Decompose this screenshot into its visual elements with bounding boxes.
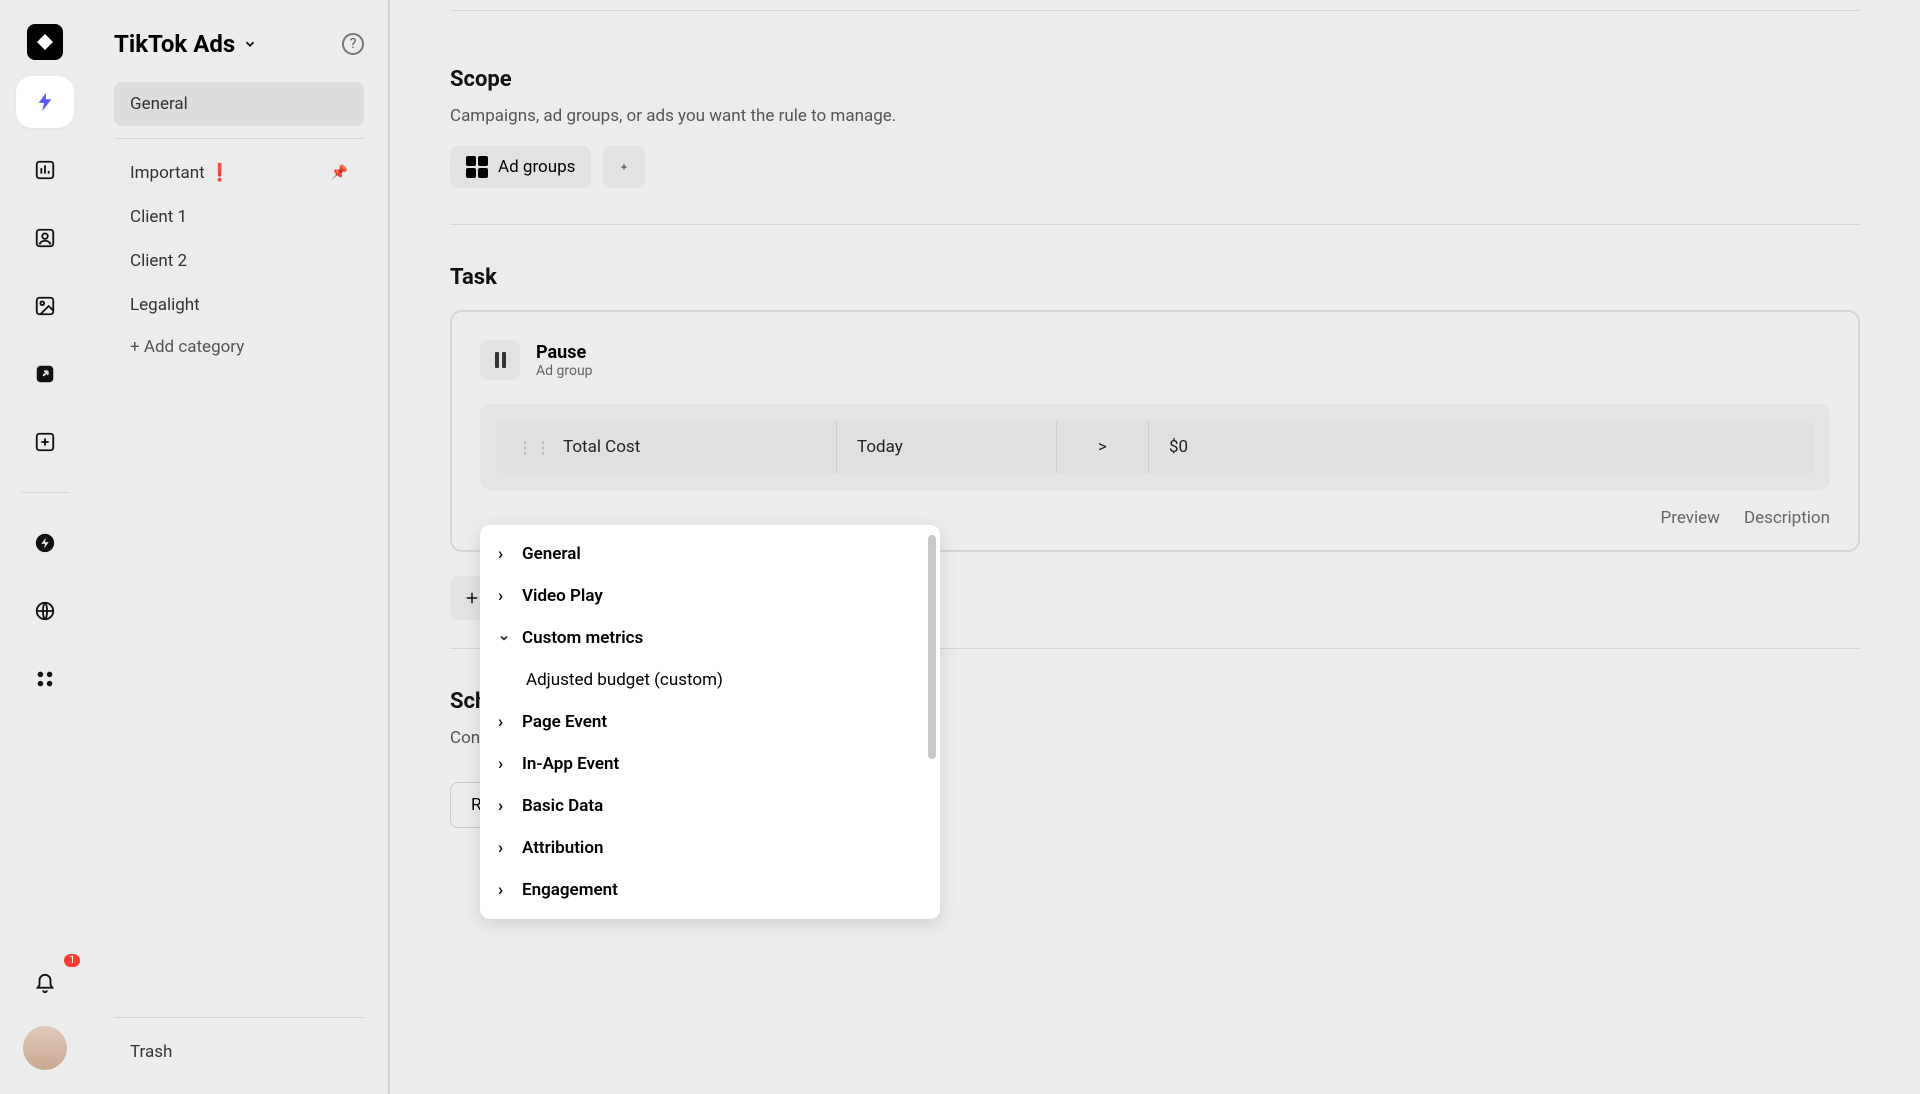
dropdown-scroll-thumb[interactable] bbox=[928, 535, 936, 759]
condition-value-cell[interactable]: $0 bbox=[1149, 421, 1813, 473]
sidebar: TikTok Ads ? General Important ❗ 📌 Clien… bbox=[90, 0, 390, 1094]
description-button[interactable]: Description bbox=[1744, 508, 1830, 528]
help-button[interactable]: ? bbox=[342, 33, 364, 55]
grid-icon bbox=[466, 156, 488, 178]
condition-op-cell[interactable]: > bbox=[1057, 421, 1149, 473]
dropdown-scrollbar[interactable] bbox=[928, 535, 936, 909]
nav-divider bbox=[21, 492, 69, 493]
sidebar-item-label: Client 1 bbox=[130, 207, 187, 227]
condition-metric-cell[interactable]: ⋮⋮ Total Cost bbox=[497, 421, 837, 473]
sidebar-item-label: Important ❗ bbox=[130, 163, 230, 183]
chevron-right-icon: › bbox=[498, 754, 512, 774]
chevron-down-icon bbox=[498, 632, 512, 644]
nav-apps-icon[interactable] bbox=[16, 653, 74, 705]
nav-bolt-circle-icon[interactable] bbox=[16, 517, 74, 569]
condition-period-cell[interactable]: Today bbox=[837, 421, 1057, 473]
dropdown-group-engagement[interactable]: › Engagement bbox=[480, 869, 940, 911]
chevron-right-icon: › bbox=[498, 586, 512, 606]
dropdown-group-custommetrics[interactable]: Custom metrics bbox=[480, 617, 940, 659]
nav-external-icon[interactable] bbox=[16, 348, 74, 400]
chevron-right-icon: › bbox=[498, 712, 512, 732]
nav-media-icon[interactable] bbox=[16, 280, 74, 332]
notification-badge: 1 bbox=[64, 954, 80, 967]
sidebar-item-label: Client 2 bbox=[130, 251, 187, 271]
task-title: Task bbox=[450, 265, 1860, 290]
preview-button[interactable]: Preview bbox=[1661, 508, 1720, 528]
condition-value-label: $0 bbox=[1169, 437, 1188, 457]
sidebar-item-client1[interactable]: Client 1 bbox=[114, 195, 364, 239]
scope-add-button[interactable] bbox=[603, 146, 645, 188]
sidebar-divider bbox=[114, 138, 364, 139]
sidebar-item-legalight[interactable]: Legalight bbox=[114, 283, 364, 327]
task-card: Pause Ad group ⋮⋮ Total Cost Today bbox=[450, 310, 1860, 552]
add-category-button[interactable]: + Add category bbox=[114, 327, 364, 367]
sidebar-item-label: General bbox=[130, 94, 188, 114]
scope-chip-adgroups[interactable]: Ad groups bbox=[450, 146, 591, 188]
nav-rail: 1 bbox=[0, 0, 90, 1094]
plus-icon bbox=[463, 589, 481, 607]
metric-dropdown[interactable]: › General › Video Play Custom metrics Ad… bbox=[480, 525, 940, 919]
chevron-down-icon bbox=[243, 37, 257, 51]
nav-globe-icon[interactable] bbox=[16, 585, 74, 637]
nav-analytics-icon[interactable] bbox=[16, 144, 74, 196]
chevron-right-icon: › bbox=[498, 880, 512, 900]
task-section: Task Pause Ad group ⋮⋮ Total Co bbox=[450, 265, 1860, 649]
notifications-button[interactable]: 1 bbox=[16, 958, 74, 1010]
sidebar-item-client2[interactable]: Client 2 bbox=[114, 239, 364, 283]
sidebar-item-general[interactable]: General bbox=[114, 82, 364, 126]
user-avatar[interactable] bbox=[23, 1026, 67, 1070]
condition-op-label: > bbox=[1098, 437, 1107, 457]
sidebar-item-label: Legalight bbox=[130, 295, 200, 315]
condition-metric-label: Total Cost bbox=[563, 437, 640, 457]
dropdown-group-basicdata[interactable]: › Basic Data bbox=[480, 785, 940, 827]
nav-contacts-icon[interactable] bbox=[16, 212, 74, 264]
drag-handle-icon[interactable]: ⋮⋮ bbox=[517, 438, 553, 457]
sidebar-trash[interactable]: Trash bbox=[114, 1030, 364, 1074]
app-logo[interactable] bbox=[27, 24, 63, 60]
scope-desc: Campaigns, ad groups, or ads you want th… bbox=[450, 106, 1860, 126]
chevron-right-icon: › bbox=[498, 838, 512, 858]
workspace-title: TikTok Ads bbox=[114, 30, 235, 58]
pause-icon bbox=[480, 340, 520, 380]
sidebar-item-important[interactable]: Important ❗ 📌 bbox=[114, 151, 364, 195]
dropdown-group-pageevent[interactable]: › Page Event bbox=[480, 701, 940, 743]
chevron-right-icon: › bbox=[498, 544, 512, 564]
condition-period-label: Today bbox=[857, 437, 903, 457]
scope-title: Scope bbox=[450, 67, 1860, 92]
dropdown-group-general[interactable]: › General bbox=[480, 533, 940, 575]
main-content: Scope Campaigns, ad groups, or ads you w… bbox=[390, 0, 1920, 1094]
chip-label: Ad groups bbox=[498, 157, 575, 177]
condition-bar: ⋮⋮ Total Cost Today > $0 bbox=[480, 404, 1830, 490]
task-action-sub: Ad group bbox=[536, 363, 593, 379]
nav-automation-icon[interactable] bbox=[16, 76, 74, 128]
pin-icon[interactable]: 📌 bbox=[331, 165, 348, 181]
workspace-switcher[interactable]: TikTok Ads bbox=[114, 30, 257, 58]
task-action-title: Pause bbox=[536, 342, 593, 363]
dropdown-item-adjusted-budget[interactable]: Adjusted budget (custom) bbox=[480, 659, 940, 701]
dropdown-group-attribution[interactable]: › Attribution bbox=[480, 827, 940, 869]
scope-section: Scope Campaigns, ad groups, or ads you w… bbox=[450, 67, 1860, 225]
sidebar-divider-bottom bbox=[114, 1017, 364, 1018]
sidebar-item-label: Trash bbox=[130, 1042, 172, 1062]
dropdown-group-inappevent[interactable]: › In-App Event bbox=[480, 743, 940, 785]
condition-row: ⋮⋮ Total Cost Today > $0 bbox=[496, 420, 1814, 474]
plus-icon bbox=[619, 159, 629, 175]
nav-add-icon[interactable] bbox=[16, 416, 74, 468]
dropdown-group-videoplay[interactable]: › Video Play bbox=[480, 575, 940, 617]
chevron-right-icon: › bbox=[498, 796, 512, 816]
